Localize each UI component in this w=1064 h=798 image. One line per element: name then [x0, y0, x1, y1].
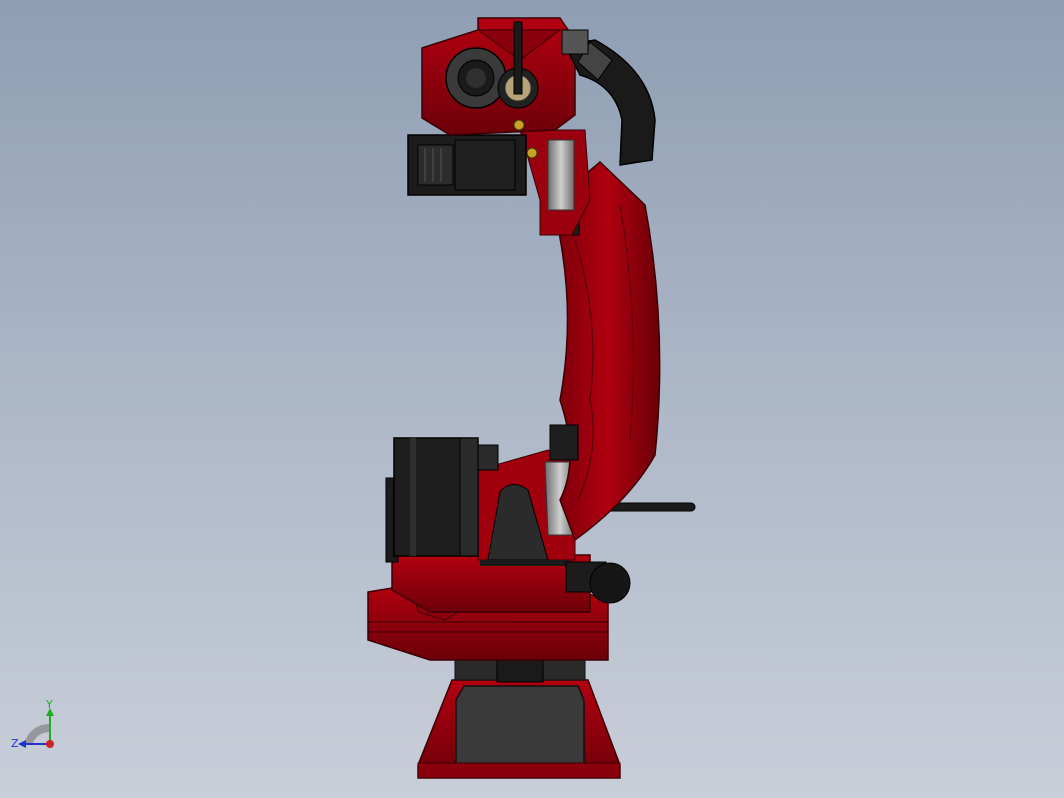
- wrist-head: [421, 17, 576, 136]
- z-axis-label: Z: [11, 737, 19, 750]
- z-axis-arrow: [18, 740, 26, 748]
- 3d-viewport[interactable]: Y Z: [0, 0, 1064, 798]
- x-axis-dot: [46, 740, 54, 748]
- elbow-joint: [519, 129, 591, 236]
- robot-arm-model[interactable]: [0, 0, 1064, 798]
- coordinate-triad: Y Z: [8, 698, 68, 760]
- forearm-motor: [407, 134, 527, 196]
- axis-triad-icon: Y Z: [11, 698, 54, 750]
- y-axis-label: Y: [45, 700, 53, 711]
